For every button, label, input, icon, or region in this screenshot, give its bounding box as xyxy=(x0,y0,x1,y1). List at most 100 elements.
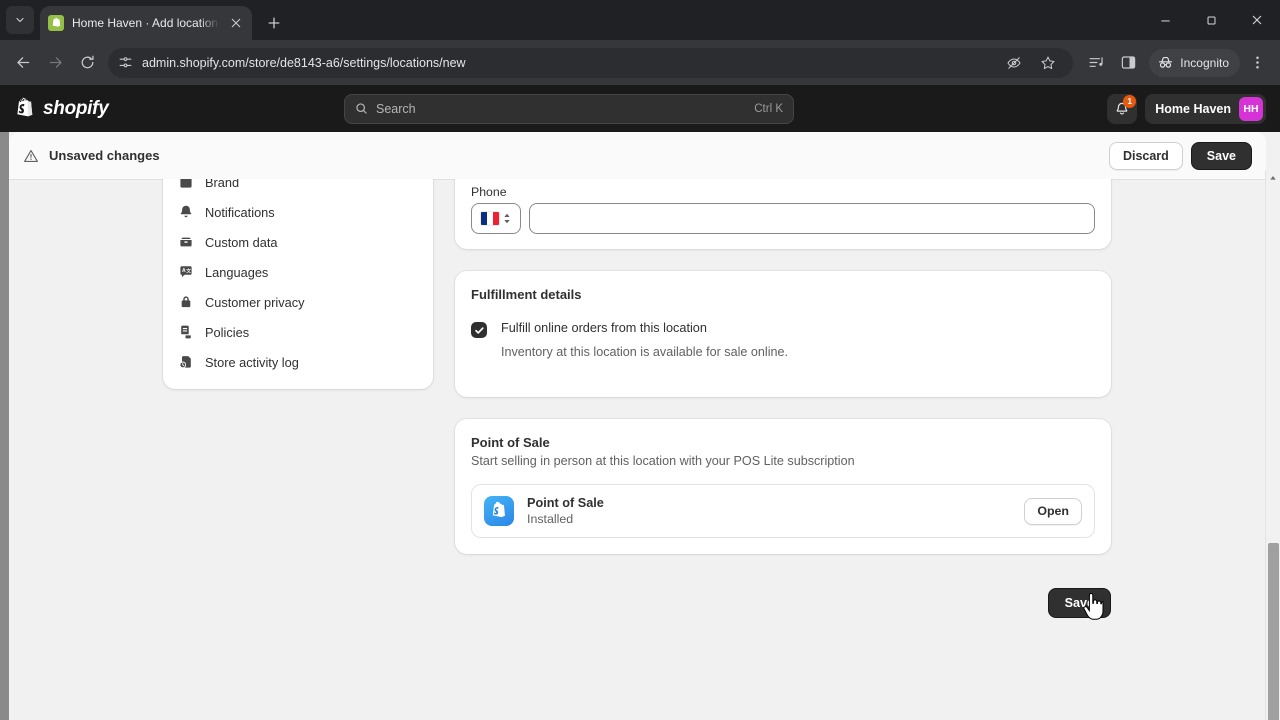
search-placeholder: Search xyxy=(376,101,416,116)
header-actions: 1 Home Haven HH xyxy=(1107,93,1266,124)
save-bar-message-group: Unsaved changes xyxy=(23,148,160,164)
main-column: Phone Fulfillment details Fulfill online… xyxy=(455,179,1111,618)
fulfillment-help-text: Inventory at this location is available … xyxy=(501,345,789,359)
minimize-icon xyxy=(1160,19,1170,21)
chevron-updown-icon xyxy=(503,213,511,224)
sidebar-item-label: Policies xyxy=(205,324,250,340)
unsaved-changes-label: Unsaved changes xyxy=(49,148,160,163)
side-panel-icon xyxy=(1121,56,1136,69)
bell-icon xyxy=(177,204,194,221)
sidebar-item-customer-privacy[interactable]: Customer privacy xyxy=(169,287,427,317)
sidebar-item-store-activity-log[interactable]: Store activity log xyxy=(169,347,427,377)
window-maximize-button[interactable] xyxy=(1188,0,1234,40)
translate-icon: A 文 xyxy=(177,264,194,281)
browser-tab[interactable]: Home Haven · Add location · Sh xyxy=(40,6,252,40)
sidebar-item-label: Customer privacy xyxy=(205,294,305,310)
save-bar: Unsaved changes Discard Save xyxy=(9,132,1266,179)
fulfill-online-orders-label: Fulfill online orders from this location xyxy=(501,321,707,335)
browser-menu-button[interactable] xyxy=(1242,48,1272,78)
caret-up-icon xyxy=(1270,175,1276,180)
reload-button[interactable] xyxy=(72,48,102,78)
phone-label: Phone xyxy=(471,185,507,199)
tab-close-button[interactable] xyxy=(228,15,244,31)
notification-badge: 1 xyxy=(1123,94,1137,108)
chevron-down-icon xyxy=(16,17,24,23)
pos-app-name: Point of Sale xyxy=(527,496,604,510)
sidebar-item-label: Languages xyxy=(205,264,269,280)
window-controls xyxy=(1142,0,1280,40)
fulfill-online-orders-row[interactable]: Fulfill online orders from this location xyxy=(471,321,1095,338)
back-button[interactable] xyxy=(8,48,38,78)
bookmark-button[interactable] xyxy=(1033,48,1063,78)
search-input[interactable]: Search Ctrl K xyxy=(344,93,794,124)
arrow-right-icon xyxy=(49,57,62,68)
fulfillment-title: Fulfillment details xyxy=(471,287,582,302)
policy-document-icon xyxy=(177,324,194,341)
new-tab-button[interactable] xyxy=(260,9,288,37)
svg-text:A: A xyxy=(182,268,186,274)
window-close-icon xyxy=(1252,15,1262,25)
checkmark-icon xyxy=(474,326,484,334)
point-of-sale-card: Point of Sale Start selling in person at… xyxy=(455,419,1111,554)
discard-button[interactable]: Discard xyxy=(1108,141,1183,170)
save-button[interactable]: Save xyxy=(1190,141,1252,170)
settings-nav-card: Brand Notifications Custom data A 文 Lang… xyxy=(163,179,433,389)
fulfill-online-orders-checkbox[interactable] xyxy=(471,322,487,338)
pos-app-status: Installed xyxy=(527,512,574,526)
point-of-sale-subtitle: Start selling in person at this location… xyxy=(471,454,855,468)
sidebar-item-label: Store activity log xyxy=(205,354,299,370)
incognito-label: Incognito xyxy=(1180,55,1229,70)
store-menu-button[interactable]: Home Haven HH xyxy=(1145,93,1266,124)
pos-app-row: Point of Sale Installed Open xyxy=(471,484,1095,538)
scroll-up-button[interactable] xyxy=(1266,170,1280,185)
shopify-wordmark: shopify xyxy=(43,97,109,119)
footer-save-button[interactable]: Save xyxy=(1047,588,1111,618)
country-code-select[interactable] xyxy=(471,203,521,234)
page-settings-icon[interactable] xyxy=(118,55,133,70)
incognito-indicator[interactable]: Incognito xyxy=(1149,48,1240,77)
tracking-protection-button[interactable] xyxy=(999,48,1029,78)
sidebar-item-custom-data[interactable]: Custom data xyxy=(169,227,427,257)
eye-slash-icon xyxy=(1007,56,1021,69)
warning-triangle-icon xyxy=(23,148,39,164)
sidebar-item-label: Notifications xyxy=(205,204,275,220)
shopify-top-bar: shopify Search Ctrl K 1 Home Haven HH xyxy=(0,85,1280,132)
close-icon xyxy=(231,18,241,28)
vertical-scrollbar[interactable] xyxy=(1265,170,1280,720)
contact-card: Phone xyxy=(455,179,1111,249)
open-pos-app-button[interactable]: Open xyxy=(1024,497,1082,525)
sidebar-item-notifications[interactable]: Notifications xyxy=(169,197,427,227)
sidebar-item-brand[interactable]: Brand xyxy=(169,179,427,197)
downloads-button[interactable] xyxy=(1081,48,1111,78)
search-icon xyxy=(355,102,368,115)
database-icon xyxy=(177,234,194,251)
phone-input[interactable] xyxy=(529,203,1095,234)
window-close-button[interactable] xyxy=(1234,0,1280,40)
pos-app-meta: Point of Sale Installed xyxy=(527,496,604,526)
window-minimize-button[interactable] xyxy=(1142,0,1188,40)
tab-title: Home Haven · Add location · Sh xyxy=(72,16,220,30)
page-content: Brand Notifications Custom data A 文 Lang… xyxy=(9,179,1261,720)
tab-search-button[interactable] xyxy=(6,6,34,34)
plus-icon xyxy=(268,17,280,29)
sidebar-item-languages[interactable]: A 文 Languages xyxy=(169,257,427,287)
side-panel-button[interactable] xyxy=(1113,48,1143,78)
notifications-button[interactable]: 1 xyxy=(1107,93,1138,124)
point-of-sale-title: Point of Sale xyxy=(471,435,550,450)
footer-save-row: Save xyxy=(455,588,1111,618)
lock-icon xyxy=(177,294,194,311)
brand-icon xyxy=(177,179,194,191)
scrollbar-thumb[interactable] xyxy=(1268,543,1279,720)
shopify-logo[interactable]: shopify xyxy=(14,97,344,121)
forward-button[interactable] xyxy=(40,48,70,78)
sidebar-item-label: Custom data xyxy=(205,234,278,250)
address-bar[interactable]: admin.shopify.com/store/de8143-a6/settin… xyxy=(108,47,1074,78)
shopify-pos-app-icon xyxy=(484,496,514,526)
sidebar-item-label: Brand xyxy=(205,179,240,190)
omnibox-actions xyxy=(999,48,1063,78)
window-left-edge xyxy=(0,85,9,720)
star-icon xyxy=(1041,56,1055,69)
browser-toolbar: admin.shopify.com/store/de8143-a6/settin… xyxy=(0,40,1280,85)
store-name: Home Haven xyxy=(1155,101,1231,116)
sidebar-item-policies[interactable]: Policies xyxy=(169,317,427,347)
